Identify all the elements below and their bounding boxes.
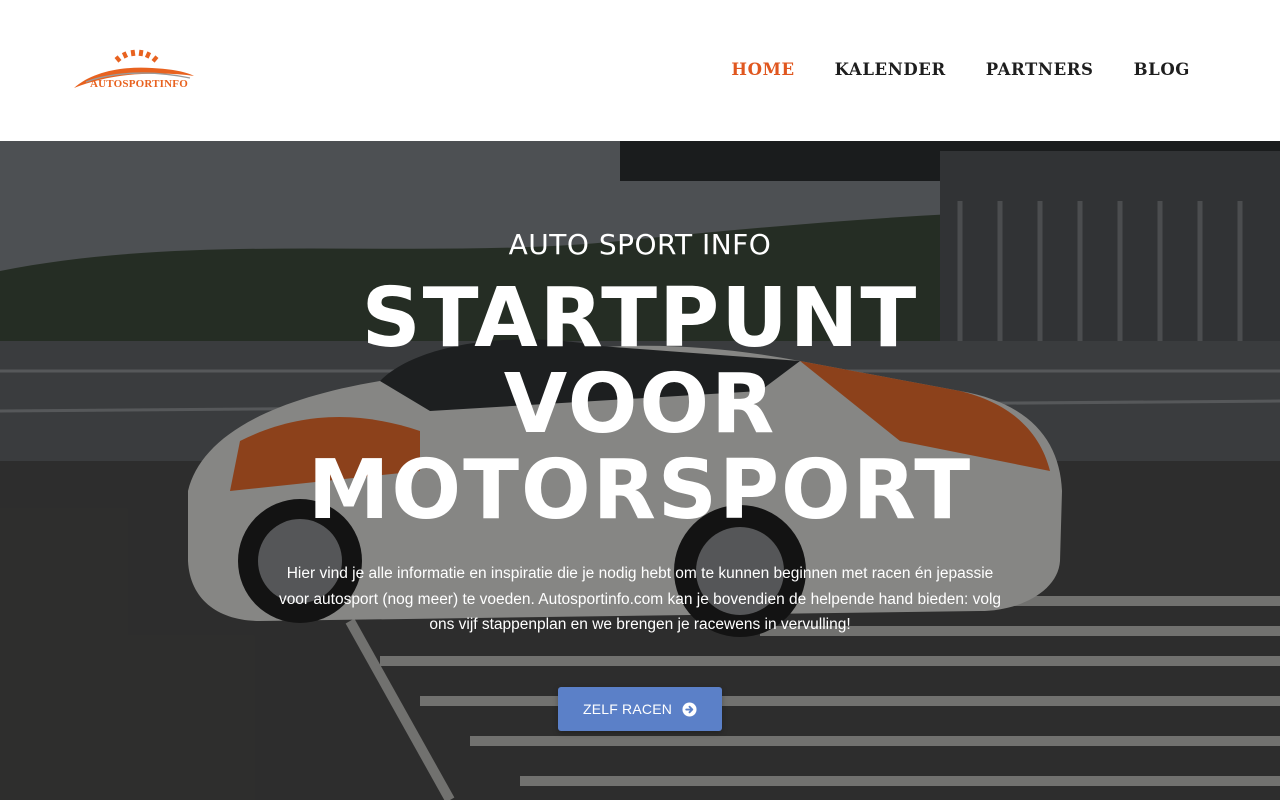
logo-text: AUTOSPORTINFO — [90, 78, 188, 90]
hero-section: AUTO SPORT INFO STARTPUNT VOOR MOTORSPOR… — [0, 141, 1280, 800]
hero-kicker: AUTO SPORT INFO — [508, 228, 772, 261]
hero-description: Hier vind je alle informatie en inspirat… — [278, 565, 1002, 633]
hero-title-line-3: MOTORSPORT — [307, 443, 973, 538]
site-logo[interactable]: AUTOSPORTINFO — [72, 46, 196, 92]
hero-content: AUTO SPORT INFO STARTPUNT VOOR MOTORSPOR… — [0, 141, 1280, 800]
site-header: AUTOSPORTINFO HOME KALENDER PARTNERS BLO… — [0, 0, 1280, 141]
nav-item-kalender[interactable]: KALENDER — [835, 60, 946, 79]
cta-label: ZELF RACEN — [582, 701, 673, 717]
main-nav: HOME KALENDER PARTNERS BLOG — [731, 57, 1190, 81]
hero-title-line-1: STARTPUNT — [361, 271, 919, 366]
nav-item-partners[interactable]: PARTNERS — [986, 60, 1094, 79]
hero-title: STARTPUNT VOOR MOTORSPORT — [240, 276, 1040, 534]
nav-item-blog[interactable]: BLOG — [1134, 60, 1190, 79]
zelf-racen-button[interactable]: ZELF RACEN — [558, 687, 722, 731]
arrow-circle-right-icon — [682, 701, 697, 717]
nav-item-home[interactable]: HOME — [731, 60, 794, 79]
hero-title-line-2: VOOR — [503, 357, 777, 452]
